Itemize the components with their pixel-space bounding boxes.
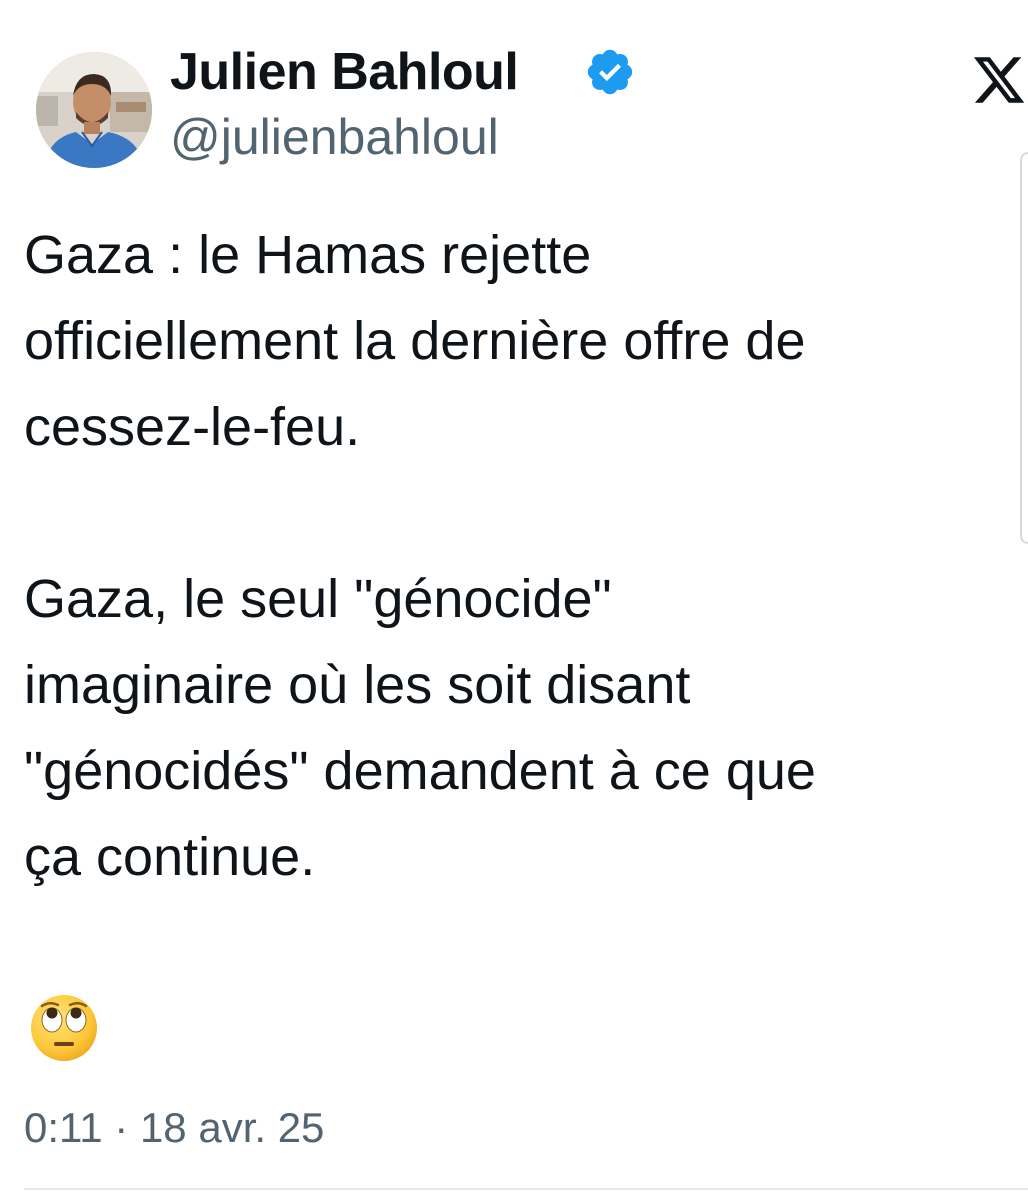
tweet-line: Gaza : le Hamas rejette [24,225,592,285]
tweet-line: "génocidés" demandent à ce que [24,741,816,801]
avatar[interactable] [36,52,152,168]
verified-badge-icon[interactable] [584,46,636,98]
avatar-photo [36,52,152,168]
tweet-line: officiellement la dernière offre de [24,311,806,371]
tweet-line: ça continue. [24,827,316,887]
x-logo-icon[interactable] [970,52,1028,108]
author-display-name[interactable]: Julien Bahloul [170,42,519,102]
tweet-text: Gaza : le Hamas rejette officiellement l… [24,212,1024,900]
tweet-line: imaginaire où les soit disant [24,655,691,715]
tweet-line: Gaza, le seul "génocide" [24,569,612,629]
rolling-eyes-emoji-icon [31,995,97,1061]
author-handle[interactable]: @julienbahloul [170,108,499,166]
tweet-timestamp[interactable]: 0:11 · 18 avr. 25 [24,1104,324,1152]
tweet-paragraph-1: Gaza : le Hamas rejette officiellement l… [24,212,1024,470]
divider [24,1188,1028,1190]
tweet-paragraph-2: Gaza, le seul "génocide" imaginaire où l… [24,556,1024,900]
tweet-line: cessez-le-feu. [24,397,361,457]
tweet-card: Julien Bahloul @julienbahloul Gaza : le … [0,0,1028,1200]
